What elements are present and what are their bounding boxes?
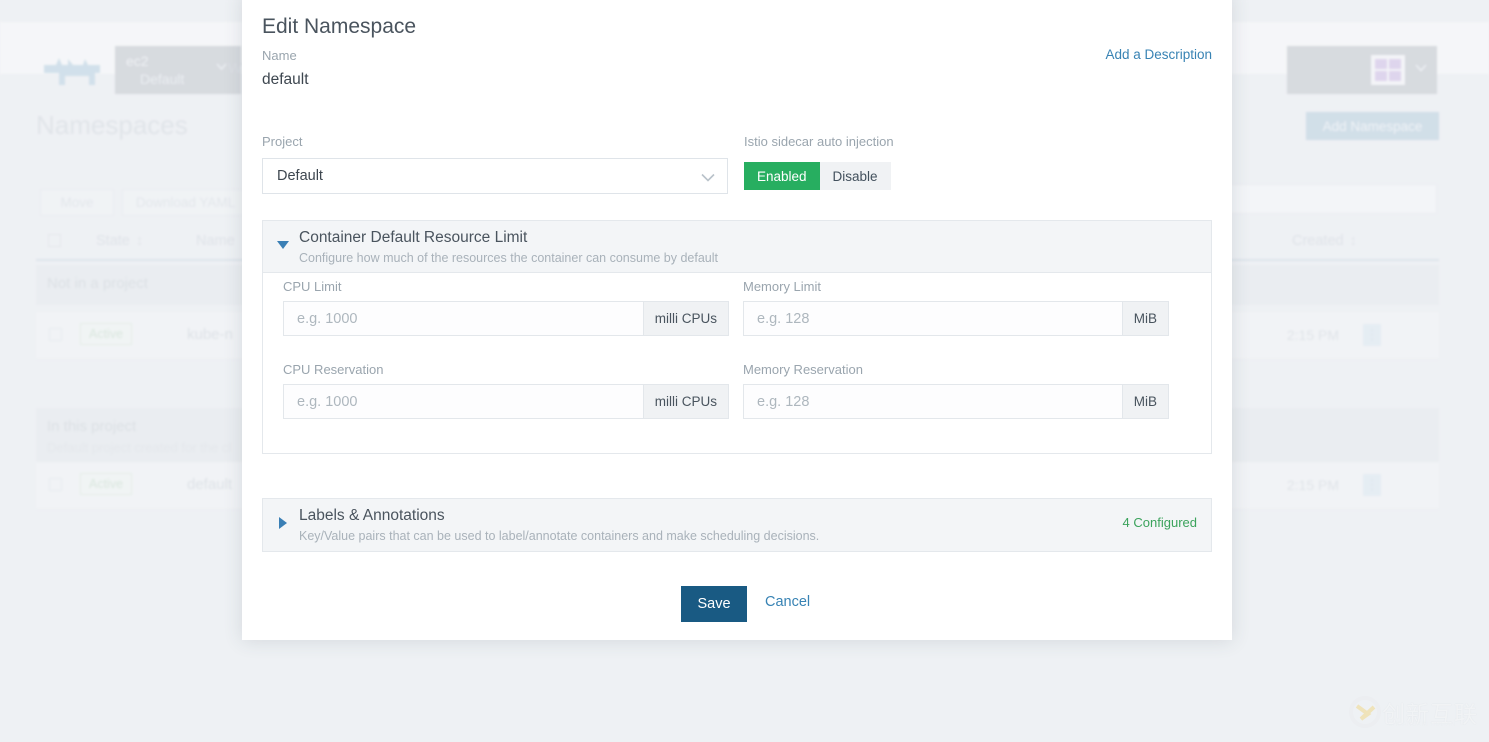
- memory-limit-label: Memory Limit: [743, 279, 821, 294]
- add-description-link[interactable]: Add a Description: [1105, 47, 1212, 62]
- project-label: Project: [262, 134, 302, 149]
- memory-reservation-input[interactable]: e.g. 128: [743, 384, 1122, 419]
- cpu-limit-unit: milli CPUs: [643, 301, 729, 336]
- memory-reservation-label: Memory Reservation: [743, 362, 863, 377]
- name-value: default: [262, 71, 309, 89]
- resource-limit-section-header[interactable]: Container Default Resource Limit Configu…: [263, 221, 1211, 273]
- cpu-reservation-label: CPU Reservation: [283, 362, 383, 377]
- cpu-limit-input[interactable]: e.g. 1000: [283, 301, 643, 336]
- labels-annotations-section: Labels & Annotations Key/Value pairs tha…: [262, 498, 1212, 552]
- cpu-reservation-input[interactable]: e.g. 1000: [283, 384, 643, 419]
- chevron-down-icon: [701, 173, 715, 182]
- memory-limit-input[interactable]: e.g. 128: [743, 301, 1122, 336]
- resource-limit-body: CPU Limit e.g. 1000 milli CPUs Memory Li…: [263, 273, 1211, 453]
- istio-injection-toggle[interactable]: Enabled Disable: [744, 162, 891, 190]
- save-button[interactable]: Save: [681, 586, 747, 622]
- resource-limit-subtitle: Configure how much of the resources the …: [299, 251, 718, 265]
- labels-annotations-title: Labels & Annotations: [299, 507, 445, 525]
- project-select[interactable]: Default: [262, 158, 728, 194]
- labels-annotations-header[interactable]: Labels & Annotations Key/Value pairs tha…: [263, 499, 1211, 551]
- cpu-reservation-input-group[interactable]: e.g. 1000 milli CPUs: [283, 384, 729, 419]
- name-label: Name: [262, 48, 297, 63]
- cpu-reservation-unit: milli CPUs: [643, 384, 729, 419]
- cpu-limit-input-group[interactable]: e.g. 1000 milli CPUs: [283, 301, 729, 336]
- istio-disable-option[interactable]: Disable: [820, 162, 891, 190]
- edit-namespace-modal: Edit Namespace Name default Add a Descri…: [242, 0, 1232, 640]
- cancel-button[interactable]: Cancel: [765, 594, 810, 610]
- watermark-subtext: CHUANGXIN HULIAN: [1388, 722, 1456, 728]
- istio-label: Istio sidecar auto injection: [744, 134, 894, 149]
- cx-logo-icon: [1348, 695, 1382, 729]
- triangle-right-icon[interactable]: [279, 517, 287, 529]
- memory-reservation-input-group[interactable]: e.g. 128 MiB: [743, 384, 1169, 419]
- memory-limit-input-group[interactable]: e.g. 128 MiB: [743, 301, 1169, 336]
- watermark: 创新互联 CHUANGXIN HULIAN: [1348, 690, 1479, 734]
- project-selected-value: Default: [277, 168, 323, 184]
- istio-enabled-option[interactable]: Enabled: [744, 162, 820, 190]
- modal-title: Edit Namespace: [262, 15, 416, 39]
- labels-annotations-status: 4 Configured: [1123, 515, 1197, 530]
- labels-annotations-subtitle: Key/Value pairs that can be used to labe…: [299, 529, 819, 543]
- triangle-down-icon[interactable]: [277, 241, 289, 249]
- memory-reservation-unit: MiB: [1122, 384, 1169, 419]
- memory-limit-unit: MiB: [1122, 301, 1169, 336]
- resource-limit-title: Container Default Resource Limit: [299, 229, 527, 247]
- resource-limit-section: Container Default Resource Limit Configu…: [262, 220, 1212, 454]
- cpu-limit-label: CPU Limit: [283, 279, 342, 294]
